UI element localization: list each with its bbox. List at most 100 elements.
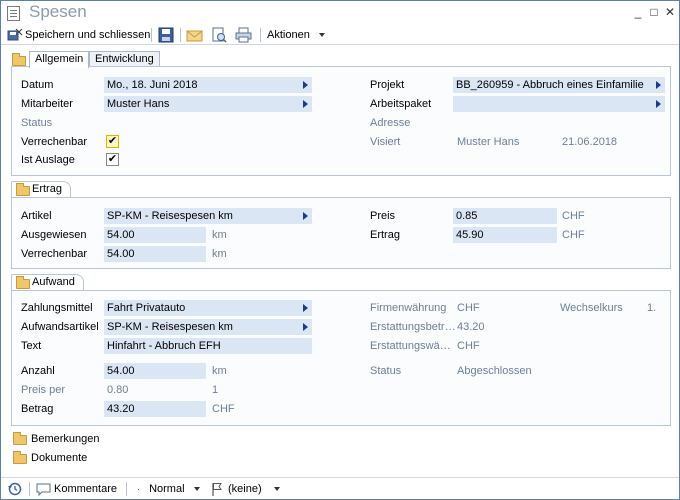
- aufwandsartikel-value: SP-KM - Reisespesen km: [107, 321, 233, 333]
- folder-icon: [13, 451, 27, 464]
- betrag-unit: CHF: [212, 403, 235, 415]
- flag-icon: [212, 483, 222, 496]
- datum-field[interactable]: Mo., 18. Juni 2018: [104, 77, 312, 93]
- print-preview-icon: [212, 27, 227, 43]
- aufwandsartikel-field[interactable]: SP-KM - Reisespesen km: [104, 319, 312, 335]
- tab-entwicklung[interactable]: Entwicklung: [89, 51, 160, 67]
- firmenwaehrung-label: Firmenwährung: [370, 302, 447, 314]
- aufwand-header[interactable]: Aufwand: [11, 274, 84, 290]
- anzahl-label: Anzahl: [21, 365, 55, 377]
- artikel-field[interactable]: SP-KM - Reisespesen km: [104, 208, 312, 224]
- ertrag-panel: Artikel SP-KM - Reisespesen km Ausgewies…: [11, 197, 671, 269]
- priority-value: Normal: [149, 483, 185, 495]
- allgemein-panel: Datum Mo., 18. Juni 2018 Mitarbeiter Mus…: [11, 66, 671, 176]
- datum-value: Mo., 18. Juni 2018: [107, 79, 198, 91]
- wechselkurs-label: Wechselkurs: [560, 302, 623, 314]
- chevron-right-icon: [303, 81, 308, 89]
- priority-dropdown[interactable]: · Normal: [137, 481, 205, 497]
- anzahl-field[interactable]: 54.00: [104, 363, 206, 379]
- toolbar: Speichern und schliessen Aktionen: [1, 25, 679, 45]
- firmenwaehrung-value: CHF: [457, 302, 480, 314]
- save-icon: [158, 27, 174, 43]
- verrechenbar-label: Verrechenbar: [21, 136, 88, 148]
- chevron-down-icon: [193, 487, 200, 492]
- printer-icon: [235, 27, 252, 43]
- projekt-label: Projekt: [370, 79, 405, 91]
- datum-label: Datum: [21, 79, 54, 91]
- tab-strip: Allgemein Entwicklung: [1, 49, 679, 68]
- chevron-right-icon: [656, 100, 661, 108]
- ausgewiesen-field[interactable]: 54.00: [104, 227, 206, 243]
- mail-button[interactable]: [186, 27, 204, 43]
- actions-menu[interactable]: Aktionen: [267, 27, 329, 43]
- arbeitspaket-field[interactable]: [453, 96, 665, 112]
- save-button[interactable]: [158, 27, 174, 43]
- ertrag-verrechenbar-unit: km: [212, 248, 227, 260]
- chevron-right-icon: [656, 81, 661, 89]
- minimize-button[interactable]: _: [631, 5, 645, 19]
- print-preview-button[interactable]: [210, 27, 228, 43]
- folder-icon: [11, 53, 27, 66]
- ertrag-label: Ertrag: [370, 229, 400, 241]
- visiert-date: 21.06.2018: [562, 136, 618, 148]
- mitarbeiter-value: Muster Hans: [107, 98, 170, 110]
- adresse-label: Adresse: [370, 117, 411, 129]
- flag-dropdown[interactable]: (keine): [211, 481, 283, 497]
- projekt-field[interactable]: BB_260959 - Abbruch eines Einfamilie: [453, 77, 665, 93]
- erstattungsbetrag-label: Erstattungsbetr…: [370, 321, 456, 333]
- status-bar: Kommentare · Normal (keine): [1, 477, 679, 499]
- save-close-icon: [7, 28, 23, 41]
- zahlungsmittel-field[interactable]: Fahrt Privatauto: [104, 300, 312, 316]
- save-close-button[interactable]: Speichern und schliessen: [7, 27, 169, 43]
- status-label: Status: [21, 117, 53, 129]
- betrag-label: Betrag: [21, 403, 54, 415]
- folder-icon: [16, 183, 30, 196]
- preis-label: Preis: [370, 210, 396, 222]
- priority-dot-icon: ·: [137, 484, 140, 494]
- text-field[interactable]: Hinfahrt - Abbruch EFH: [104, 338, 312, 354]
- bemerkungen-section[interactable]: Bemerkungen: [11, 431, 100, 447]
- erstattungswaehrung-label: Erstattungswä…: [370, 340, 451, 352]
- flag-value: (keine): [228, 483, 262, 495]
- erstattungswaehrung-value: CHF: [457, 340, 480, 352]
- ertrag-header[interactable]: Ertrag: [11, 181, 71, 197]
- wechselkurs-value: 1.: [647, 302, 657, 314]
- ertrag-value: 45.90: [456, 229, 484, 241]
- zahlungsmittel-value: Fahrt Privatauto: [107, 302, 186, 314]
- actions-label: Aktionen: [267, 29, 310, 41]
- artikel-label: Artikel: [21, 210, 52, 222]
- title-bar: Spesen _ □ ✕: [1, 1, 679, 25]
- zahlungsmittel-label: Zahlungsmittel: [21, 302, 93, 314]
- ertrag-header-label: Ertrag: [32, 183, 62, 195]
- comment-icon: [36, 483, 51, 496]
- ist-auslage-label: Ist Auslage: [21, 154, 75, 166]
- maximize-button[interactable]: □: [647, 5, 661, 19]
- ist-auslage-checkbox[interactable]: ✔: [106, 153, 119, 166]
- ertrag-field[interactable]: 45.90: [453, 227, 557, 243]
- aufwand-status-value: Abgeschlossen: [457, 365, 532, 377]
- preis-per-value: 0.80: [107, 384, 129, 396]
- dokumente-section[interactable]: Dokumente: [11, 450, 87, 466]
- ertrag-unit: CHF: [562, 229, 585, 241]
- aufwandsartikel-label: Aufwandsartikel: [21, 321, 99, 333]
- history-button[interactable]: [7, 481, 23, 497]
- chevron-right-icon: [303, 100, 308, 108]
- history-icon: [8, 482, 22, 496]
- chevron-right-icon: [303, 212, 308, 220]
- ertrag-verrechenbar-value: 54.00: [107, 248, 135, 260]
- ertrag-verrechenbar-label: Verrechenbar: [21, 248, 88, 260]
- save-close-label: Speichern und schliessen: [25, 29, 151, 41]
- close-button[interactable]: ✕: [663, 5, 677, 19]
- spesen-window: Spesen _ □ ✕ Speichern und schliessen Ak…: [0, 0, 680, 500]
- tab-allgemein[interactable]: Allgemein: [29, 51, 90, 68]
- betrag-field[interactable]: 43.20: [104, 401, 206, 417]
- ertrag-verrechenbar-field[interactable]: 54.00: [104, 246, 206, 262]
- verrechenbar-checkbox[interactable]: ✔: [106, 135, 119, 148]
- folder-icon: [16, 276, 30, 289]
- print-button[interactable]: [235, 27, 253, 43]
- anzahl-unit: km: [212, 365, 227, 377]
- mitarbeiter-field[interactable]: Muster Hans: [104, 96, 312, 112]
- kommentare-label: Kommentare: [54, 483, 117, 495]
- preis-field[interactable]: 0.85: [453, 208, 557, 224]
- kommentare-button[interactable]: Kommentare: [36, 481, 118, 497]
